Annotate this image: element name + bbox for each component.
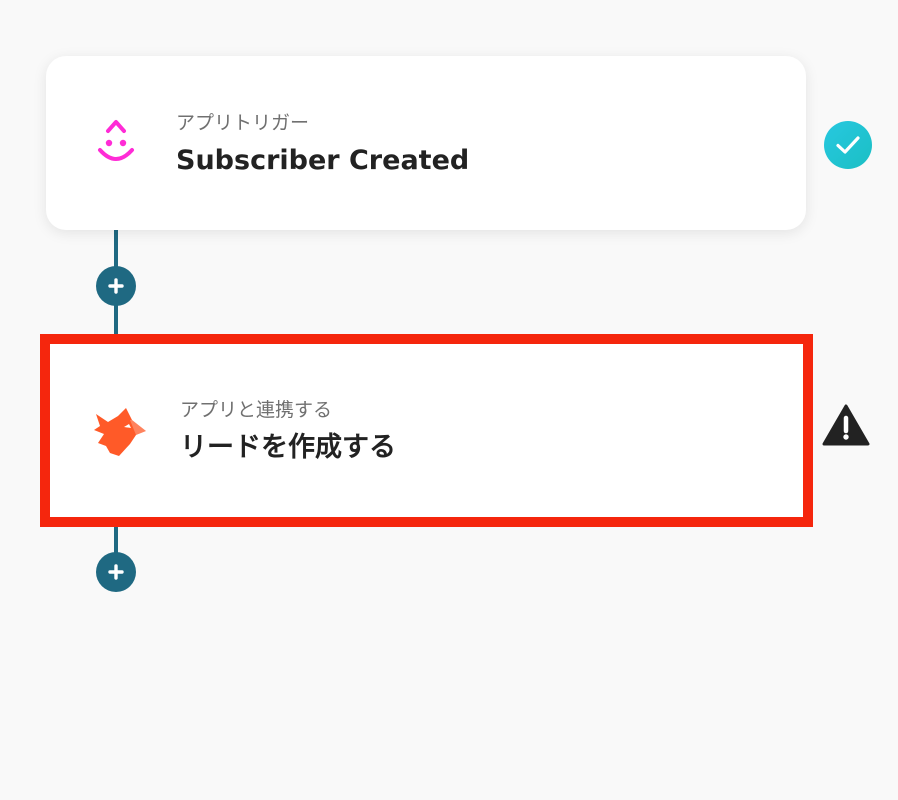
action-step-card[interactable]: アプリと連携する リードを作成する <box>40 334 813 527</box>
trigger-step-card[interactable]: アプリトリガー Subscriber Created <box>46 56 806 230</box>
add-step-button-bottom[interactable] <box>96 552 136 592</box>
trigger-step-label: アプリトリガー <box>176 112 310 134</box>
check-icon <box>824 121 872 173</box>
warning-icon <box>822 403 870 451</box>
action-step-title: リードを作成する <box>180 432 396 463</box>
plus-icon <box>108 278 124 294</box>
droplet-face-icon <box>94 118 138 172</box>
add-step-button[interactable] <box>96 266 136 306</box>
fox-icon <box>86 404 150 464</box>
trigger-step-title: Subscriber Created <box>176 145 470 176</box>
plus-icon <box>108 564 124 580</box>
action-step-label: アプリと連携する <box>180 399 333 421</box>
